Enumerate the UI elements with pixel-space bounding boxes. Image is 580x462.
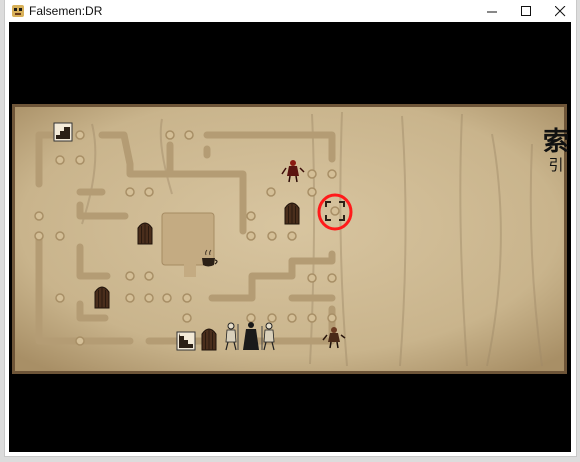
close-button[interactable] — [543, 0, 577, 22]
game-window: Falsemen:DR 索 引 — [5, 0, 576, 456]
map-label-large: 索 — [542, 127, 569, 157]
stairs-icon[interactable] — [53, 122, 73, 142]
map-panel[interactable] — [12, 104, 567, 374]
title-bar[interactable]: Falsemen:DR — [5, 0, 576, 22]
central-room — [161, 212, 215, 266]
door-icon[interactable] — [94, 286, 110, 309]
maximize-button[interactable] — [509, 0, 543, 22]
stairs-icon[interactable] — [176, 331, 196, 351]
app-icon — [12, 5, 24, 17]
maximize-icon — [521, 6, 531, 16]
door-icon[interactable] — [137, 222, 153, 245]
door-icon[interactable] — [201, 328, 217, 351]
close-icon — [555, 6, 566, 17]
central-room-exit — [184, 263, 196, 277]
minimize-icon — [487, 11, 497, 13]
game-viewport[interactable]: 索 引 — [9, 22, 571, 452]
minimize-button[interactable] — [475, 0, 509, 22]
map-index-label: 索 引 — [539, 127, 571, 173]
door-icon[interactable] — [284, 202, 300, 225]
window-title: Falsemen:DR — [29, 4, 103, 18]
map-label-small: 引 — [548, 156, 564, 174]
